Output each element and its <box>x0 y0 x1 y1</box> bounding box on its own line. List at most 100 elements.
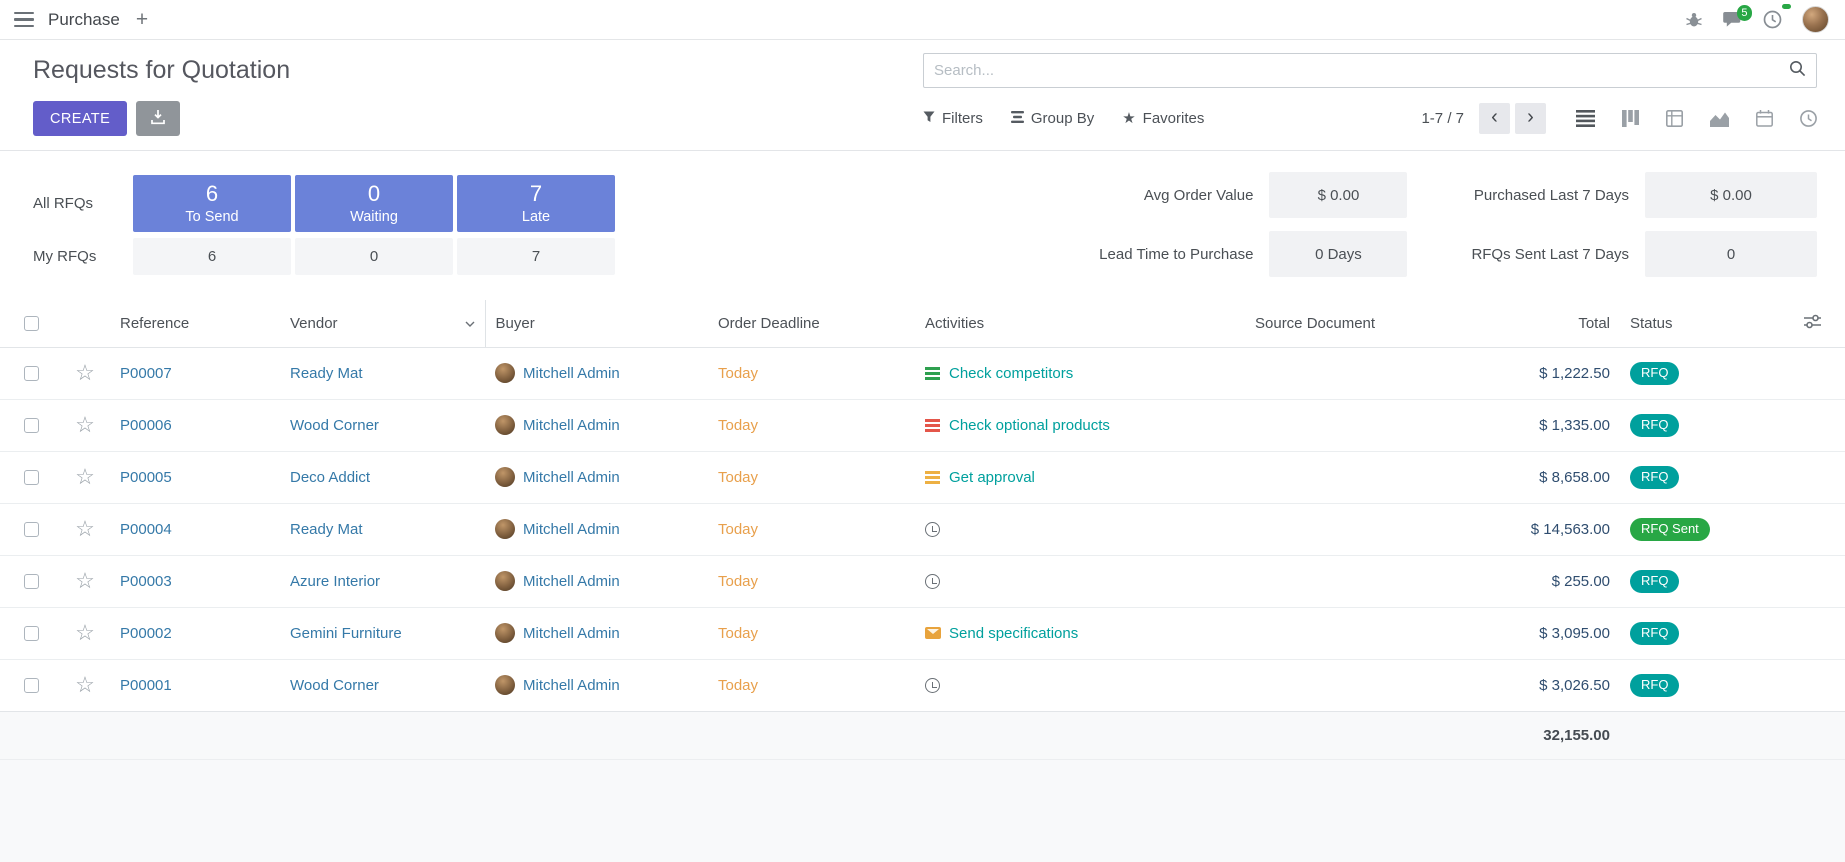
favorite-star-icon[interactable]: ☆ <box>75 672 95 697</box>
my-to-send-box[interactable]: 6 <box>133 238 291 275</box>
activity-link[interactable]: Send specifications <box>949 625 1078 642</box>
activities-clock-icon[interactable] <box>1763 10 1782 29</box>
column-header-source-document[interactable]: Source Document <box>1245 300 1490 347</box>
activity-link[interactable]: Check competitors <box>949 365 1073 382</box>
activity-link[interactable]: Check optional products <box>949 417 1110 434</box>
row-checkbox[interactable] <box>24 574 39 589</box>
tile-waiting[interactable]: 0 Waiting <box>295 175 453 232</box>
vendor-link[interactable]: Azure Interior <box>290 573 380 590</box>
view-pivot-button[interactable] <box>1666 110 1683 127</box>
column-header-activities[interactable]: Activities <box>915 300 1245 347</box>
table-row[interactable]: ☆ P00007 Ready Mat Mitchell Admin Today … <box>0 347 1845 399</box>
vendor-link[interactable]: Ready Mat <box>290 521 363 538</box>
tile-late[interactable]: 7 Late <box>457 175 615 232</box>
search-bar[interactable] <box>923 53 1817 88</box>
buyer-link[interactable]: Mitchell Admin <box>523 365 620 382</box>
purchased-7-days-value[interactable]: $ 0.00 <box>1645 172 1817 218</box>
column-header-status[interactable]: Status <box>1620 300 1770 347</box>
favorite-star-icon[interactable]: ☆ <box>75 464 95 489</box>
apps-menu-icon[interactable] <box>14 12 34 27</box>
table-row[interactable]: ☆ P00001 Wood Corner Mitchell Admin Toda… <box>0 659 1845 711</box>
activity-clock-icon[interactable] <box>925 522 941 536</box>
favorite-star-icon[interactable]: ☆ <box>75 620 95 645</box>
select-all-checkbox[interactable] <box>24 316 39 331</box>
column-header-order-deadline[interactable]: Order Deadline <box>708 300 915 347</box>
vendor-link[interactable]: Gemini Furniture <box>290 625 402 642</box>
filters-button[interactable]: Filters <box>923 110 983 127</box>
view-activity-button[interactable] <box>1800 110 1817 127</box>
favorite-star-icon[interactable]: ☆ <box>75 516 95 541</box>
column-header-vendor[interactable]: Vendor <box>280 300 485 347</box>
row-checkbox[interactable] <box>24 418 39 433</box>
nav-plus-button[interactable]: + <box>136 9 148 30</box>
download-button[interactable] <box>136 101 180 136</box>
create-button[interactable]: CREATE <box>33 101 127 136</box>
view-calendar-button[interactable] <box>1756 110 1773 127</box>
order-deadline: Today <box>718 677 758 694</box>
buyer-link[interactable]: Mitchell Admin <box>523 677 620 694</box>
buyer-link[interactable]: Mitchell Admin <box>523 573 620 590</box>
my-waiting-box[interactable]: 0 <box>295 238 453 275</box>
search-input[interactable] <box>934 62 1789 79</box>
buyer-link[interactable]: Mitchell Admin <box>523 417 620 434</box>
reference-link[interactable]: P00004 <box>120 521 172 538</box>
favorite-star-icon[interactable]: ☆ <box>75 568 95 593</box>
view-list-button[interactable] <box>1576 110 1595 127</box>
vendor-link[interactable]: Wood Corner <box>290 677 379 694</box>
table-row[interactable]: ☆ P00005 Deco Addict Mitchell Admin Toda… <box>0 451 1845 503</box>
tile-to-send[interactable]: 6 To Send <box>133 175 291 232</box>
user-avatar[interactable] <box>1802 6 1829 33</box>
optional-columns-icon[interactable] <box>1804 314 1821 333</box>
debug-bug-icon[interactable] <box>1685 12 1703 28</box>
buyer-link[interactable]: Mitchell Admin <box>523 625 620 642</box>
row-checkbox[interactable] <box>24 522 39 537</box>
table-row[interactable]: ☆ P00002 Gemini Furniture Mitchell Admin… <box>0 607 1845 659</box>
reference-link[interactable]: P00003 <box>120 573 172 590</box>
column-header-total[interactable]: Total <box>1490 300 1620 347</box>
table-row[interactable]: ☆ P00006 Wood Corner Mitchell Admin Toda… <box>0 399 1845 451</box>
table-row[interactable]: ☆ P00003 Azure Interior Mitchell Admin T… <box>0 555 1845 607</box>
activity-icon[interactable] <box>925 418 941 432</box>
pager-range: 1-7 / 7 <box>1421 110 1464 127</box>
group-by-button[interactable]: Group By <box>1011 110 1094 127</box>
reference-link[interactable]: P00002 <box>120 625 172 642</box>
reference-link[interactable]: P00007 <box>120 365 172 382</box>
avg-order-value[interactable]: $ 0.00 <box>1269 172 1407 218</box>
column-header-reference[interactable]: Reference <box>110 300 280 347</box>
search-icon[interactable] <box>1789 60 1806 82</box>
buyer-link[interactable]: Mitchell Admin <box>523 469 620 486</box>
view-kanban-button[interactable] <box>1622 110 1639 127</box>
activity-clock-icon[interactable] <box>925 678 941 692</box>
view-graph-button[interactable] <box>1710 111 1729 127</box>
row-checkbox[interactable] <box>24 470 39 485</box>
favorite-star-icon[interactable]: ☆ <box>75 360 95 385</box>
vendor-link[interactable]: Ready Mat <box>290 365 363 382</box>
vendor-link[interactable]: Wood Corner <box>290 417 379 434</box>
late-count: 7 <box>530 181 542 207</box>
activity-link[interactable]: Get approval <box>949 469 1035 486</box>
activity-clock-icon[interactable] <box>925 574 941 588</box>
status-badge: RFQ Sent <box>1630 518 1710 541</box>
column-header-buyer[interactable]: Buyer <box>485 300 708 347</box>
activity-envelope-icon[interactable] <box>925 626 941 640</box>
app-name[interactable]: Purchase <box>48 10 120 30</box>
vendor-link[interactable]: Deco Addict <box>290 469 370 486</box>
pager-previous-button[interactable]: ‹ <box>1479 103 1510 134</box>
reference-link[interactable]: P00006 <box>120 417 172 434</box>
activity-icon[interactable] <box>925 470 941 484</box>
row-checkbox[interactable] <box>24 626 39 641</box>
row-checkbox[interactable] <box>24 366 39 381</box>
favorite-star-icon[interactable]: ☆ <box>75 412 95 437</box>
table-row[interactable]: ☆ P00004 Ready Mat Mitchell Admin Today … <box>0 503 1845 555</box>
rfqs-sent-7-days-value[interactable]: 0 <box>1645 231 1817 277</box>
lead-time-value[interactable]: 0 Days <box>1269 231 1407 277</box>
row-checkbox[interactable] <box>24 678 39 693</box>
reference-link[interactable]: P00005 <box>120 469 172 486</box>
messages-icon[interactable]: 5 <box>1723 11 1743 28</box>
my-late-box[interactable]: 7 <box>457 238 615 275</box>
activity-icon[interactable] <box>925 366 941 380</box>
buyer-link[interactable]: Mitchell Admin <box>523 521 620 538</box>
favorites-button[interactable]: ★ Favorites <box>1122 110 1204 127</box>
pager-next-button[interactable]: › <box>1515 103 1546 134</box>
reference-link[interactable]: P00001 <box>120 677 172 694</box>
